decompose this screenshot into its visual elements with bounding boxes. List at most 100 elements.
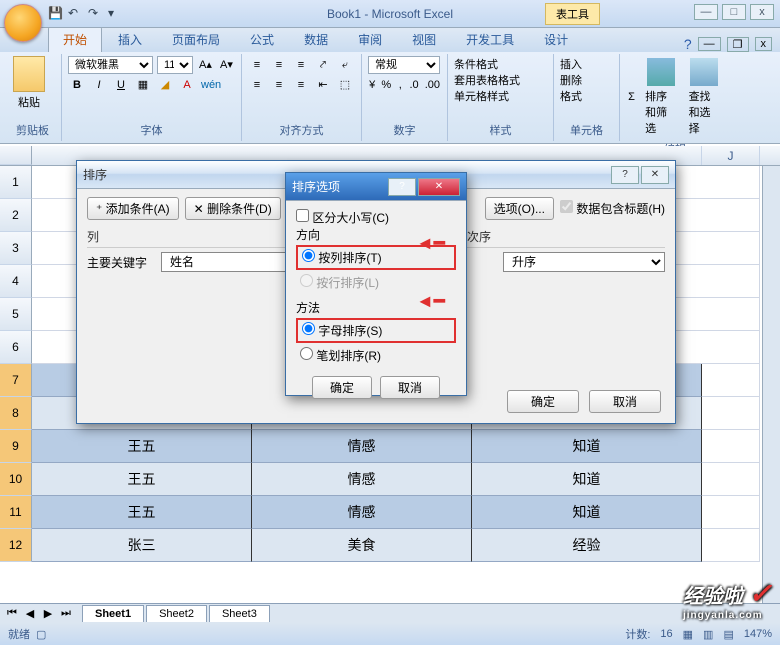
qat-more-icon[interactable]: ▾ bbox=[108, 6, 124, 22]
sort-options-button[interactable]: 选项(O)... bbox=[485, 197, 554, 220]
row-header[interactable]: 12 bbox=[0, 529, 32, 562]
redo-icon[interactable]: ↷ bbox=[88, 6, 104, 22]
align-mid-icon[interactable]: ≡ bbox=[270, 56, 288, 74]
indent-dec-icon[interactable]: ⇤ bbox=[314, 76, 332, 94]
tab-data[interactable]: 数据 bbox=[290, 27, 342, 52]
row-header[interactable]: 4 bbox=[0, 265, 32, 298]
by-row-radio[interactable]: 按行排序(L) bbox=[296, 272, 456, 293]
empty-cell[interactable] bbox=[702, 529, 760, 562]
macro-record-icon[interactable]: ▢ bbox=[36, 628, 46, 641]
orientation-icon[interactable]: ⤤ bbox=[314, 56, 332, 74]
number-format-select[interactable]: 常规 bbox=[368, 56, 440, 74]
row-header[interactable]: 6 bbox=[0, 331, 32, 364]
merge-icon[interactable]: ⬚ bbox=[336, 76, 354, 94]
row-header[interactable]: 9 bbox=[0, 430, 32, 463]
table-cell[interactable]: 情感 bbox=[252, 463, 472, 496]
office-button[interactable] bbox=[4, 4, 42, 42]
find-select-button[interactable]: 查找和选择 bbox=[685, 56, 724, 138]
row-header[interactable]: 8 bbox=[0, 397, 32, 430]
tab-insert[interactable]: 插入 bbox=[104, 27, 156, 52]
tab-home[interactable]: 开始 bbox=[48, 26, 102, 52]
undo-icon[interactable]: ↶ bbox=[68, 6, 84, 22]
case-sensitive-checkbox[interactable]: 区分大小写(C) bbox=[296, 211, 389, 225]
opt-close-button[interactable]: ✕ bbox=[418, 178, 460, 196]
cond-fmt-button[interactable]: 条件格式 bbox=[454, 59, 498, 71]
header-checkbox[interactable]: 数据包含标题(H) bbox=[560, 200, 665, 217]
font-name-select[interactable]: 微软雅黑 bbox=[68, 56, 153, 74]
delete-cells-button[interactable]: 删除 bbox=[560, 75, 582, 87]
align-left-icon[interactable]: ≡ bbox=[248, 76, 266, 94]
close-button[interactable]: x bbox=[750, 4, 774, 20]
inc-dec-icon[interactable]: .0 bbox=[409, 76, 420, 94]
insert-cells-button[interactable]: 插入 bbox=[560, 59, 582, 71]
select-all-corner[interactable] bbox=[0, 146, 32, 165]
row-header[interactable]: 10 bbox=[0, 463, 32, 496]
shrink-font-icon[interactable]: A▾ bbox=[218, 56, 235, 74]
table-fmt-button[interactable]: 套用表格格式 bbox=[454, 75, 520, 87]
save-icon[interactable]: 💾 bbox=[48, 6, 64, 22]
close-inner-button[interactable]: x bbox=[755, 37, 773, 51]
sort-filter-button[interactable]: 排序和筛选 bbox=[641, 56, 680, 138]
sort-dialog-close[interactable]: ✕ bbox=[641, 166, 669, 184]
sort-cancel-button[interactable]: 取消 bbox=[589, 390, 661, 413]
minimize-button[interactable]: — bbox=[694, 4, 718, 20]
empty-cell[interactable] bbox=[702, 397, 760, 430]
table-cell[interactable]: 情感 bbox=[252, 430, 472, 463]
delete-condition-button[interactable]: ✕ 删除条件(D) bbox=[185, 197, 281, 220]
opt-cancel-button[interactable]: 取消 bbox=[380, 376, 440, 399]
border-button[interactable]: ▦ bbox=[134, 76, 152, 94]
row-header[interactable]: 5 bbox=[0, 298, 32, 331]
sheet-tab-1[interactable]: Sheet1 bbox=[82, 605, 144, 622]
tab-view[interactable]: 视图 bbox=[398, 27, 450, 52]
tab-review[interactable]: 审阅 bbox=[344, 27, 396, 52]
tab-prev-icon[interactable]: ◀ bbox=[22, 607, 38, 620]
row-header[interactable]: 7 bbox=[0, 364, 32, 397]
format-cells-button[interactable]: 格式 bbox=[560, 91, 582, 103]
bold-button[interactable]: B bbox=[68, 76, 86, 94]
table-cell[interactable]: 经验 bbox=[472, 529, 702, 562]
grow-font-icon[interactable]: A▴ bbox=[197, 56, 214, 74]
italic-button[interactable]: I bbox=[90, 76, 108, 94]
empty-cell[interactable] bbox=[702, 364, 760, 397]
col-header-j[interactable]: J bbox=[702, 146, 760, 165]
dec-dec-icon[interactable]: .00 bbox=[424, 76, 441, 94]
sort-dialog-help[interactable]: ? bbox=[611, 166, 639, 184]
sheet-tab-3[interactable]: Sheet3 bbox=[209, 605, 270, 622]
comma-icon[interactable]: , bbox=[396, 76, 404, 94]
view-layout-icon[interactable]: ▥ bbox=[703, 628, 713, 641]
tab-next-icon[interactable]: ▶ bbox=[40, 607, 56, 620]
paste-button[interactable]: 粘贴 bbox=[10, 56, 48, 110]
table-cell[interactable]: 张三 bbox=[32, 529, 252, 562]
table-cell[interactable]: 知道 bbox=[472, 430, 702, 463]
empty-cell[interactable] bbox=[702, 430, 760, 463]
table-cell[interactable]: 王五 bbox=[32, 496, 252, 529]
table-cell[interactable]: 美食 bbox=[252, 529, 472, 562]
row-header[interactable]: 3 bbox=[0, 232, 32, 265]
align-center-icon[interactable]: ≡ bbox=[270, 76, 288, 94]
opt-ok-button[interactable]: 确定 bbox=[312, 376, 372, 399]
maximize-button[interactable]: □ bbox=[722, 4, 746, 20]
tab-design[interactable]: 设计 bbox=[530, 27, 582, 52]
restore-inner-button[interactable]: ❐ bbox=[727, 37, 749, 52]
row-header[interactable]: 1 bbox=[0, 166, 32, 199]
tab-formulas[interactable]: 公式 bbox=[236, 27, 288, 52]
tab-first-icon[interactable]: ⏮ bbox=[4, 607, 20, 620]
sort-ok-button[interactable]: 确定 bbox=[507, 390, 579, 413]
fill-color-button[interactable]: ◢ bbox=[156, 76, 174, 94]
vertical-scrollbar[interactable] bbox=[762, 166, 780, 603]
table-cell[interactable]: 情感 bbox=[252, 496, 472, 529]
font-size-select[interactable]: 11 bbox=[157, 56, 193, 74]
help-icon[interactable]: ? bbox=[684, 36, 692, 52]
view-break-icon[interactable]: ▤ bbox=[723, 628, 733, 641]
table-cell[interactable]: 王五 bbox=[32, 463, 252, 496]
table-cell[interactable]: 王五 bbox=[32, 430, 252, 463]
align-top-icon[interactable]: ≡ bbox=[248, 56, 266, 74]
alpha-sort-radio[interactable]: 字母排序(S) bbox=[296, 318, 456, 343]
currency-icon[interactable]: ¥ bbox=[368, 76, 376, 94]
table-cell[interactable]: 知道 bbox=[472, 496, 702, 529]
tab-page-layout[interactable]: 页面布局 bbox=[158, 27, 234, 52]
tab-last-icon[interactable]: ⏭ bbox=[58, 607, 74, 620]
autosum-icon[interactable]: Σ bbox=[626, 88, 637, 106]
font-color-button[interactable]: A bbox=[178, 76, 196, 94]
wrap-text-icon[interactable]: ⤶ bbox=[336, 56, 354, 74]
